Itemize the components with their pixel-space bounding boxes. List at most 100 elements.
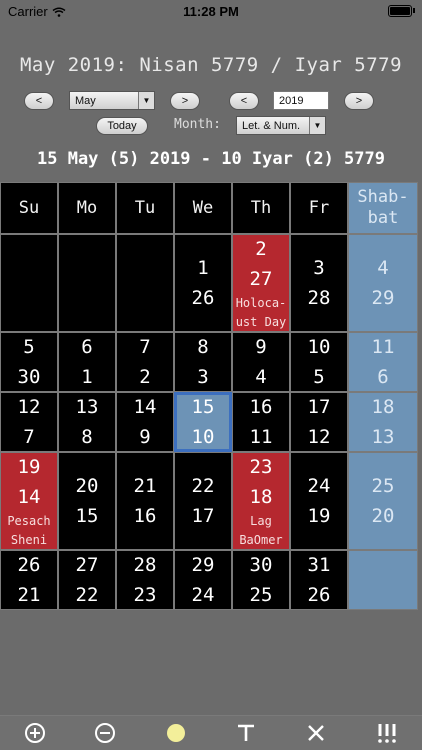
hebrew-day: 15 bbox=[75, 505, 99, 527]
day-cell[interactable]: 1 26 bbox=[174, 234, 232, 332]
hebrew-day: 14 bbox=[17, 486, 41, 508]
day-cell bbox=[0, 234, 58, 332]
close-icon[interactable] bbox=[301, 718, 331, 748]
today-button[interactable]: Today bbox=[96, 117, 148, 135]
hebrew-day: 10 bbox=[191, 426, 215, 448]
gregorian-day: 5 bbox=[23, 336, 35, 358]
weekday-header: Fr bbox=[290, 182, 348, 234]
hebrew-day: 5 bbox=[313, 366, 325, 388]
page-title: May 2019: Nisan 5779 / Iyar 5779 bbox=[19, 54, 403, 76]
bottom-toolbar bbox=[0, 715, 422, 750]
day-cell[interactable]: 30 25 bbox=[232, 550, 290, 610]
zoom-in-icon[interactable] bbox=[20, 718, 50, 748]
hebrew-day: 22 bbox=[75, 584, 99, 606]
holiday-label: Holoca- ust Day bbox=[235, 296, 287, 329]
day-cell[interactable]: 26 21 bbox=[0, 550, 58, 610]
day-cell[interactable]: 29 24 bbox=[174, 550, 232, 610]
prev-month-button[interactable]: < bbox=[24, 92, 54, 110]
year-input[interactable]: 2019 bbox=[273, 91, 329, 110]
gregorian-day: 30 bbox=[249, 554, 273, 576]
day-cell[interactable]: 94 bbox=[232, 332, 290, 392]
day-cell[interactable]: 10 5 bbox=[290, 332, 348, 392]
gregorian-day: 6 bbox=[81, 336, 93, 358]
gregorian-day: 12 bbox=[17, 396, 41, 418]
month-format-select[interactable]: Let. & Num. ▼ bbox=[236, 116, 326, 135]
day-cell[interactable]: 72 bbox=[116, 332, 174, 392]
day-cell[interactable]: 21 16 bbox=[116, 452, 174, 550]
hebrew-day: 20 bbox=[371, 505, 395, 527]
weekday-label: We bbox=[192, 197, 214, 218]
chevron-down-icon: ▼ bbox=[309, 117, 325, 134]
day-cell[interactable]: 18 13 bbox=[348, 392, 418, 452]
hebrew-day: 12 bbox=[307, 426, 331, 448]
day-cell[interactable]: 11 6 bbox=[348, 332, 418, 392]
sun-icon[interactable] bbox=[161, 718, 191, 748]
hebrew-day: 11 bbox=[249, 426, 273, 448]
status-bar: Carrier 11:28 PM bbox=[0, 0, 422, 22]
calendar-grid: Su Mo Tu We Th Fr Shab- bat 1 26 2 27 Holoca- ust D… bbox=[0, 182, 422, 610]
weekday-header: We bbox=[174, 182, 232, 234]
weekday-label: Shab- bat bbox=[357, 187, 409, 228]
zoom-out-icon[interactable] bbox=[90, 718, 120, 748]
day-cell[interactable]: 61 bbox=[58, 332, 116, 392]
weekday-header: Su bbox=[0, 182, 58, 234]
holiday-label: Pesach Sheni bbox=[7, 514, 51, 547]
weekday-label: Su bbox=[18, 197, 40, 218]
day-cell[interactable]: 12 7 bbox=[0, 392, 58, 452]
day-cell[interactable]: 2 27 Holoca- ust Day bbox=[232, 234, 290, 332]
next-year-button[interactable]: > bbox=[344, 92, 374, 110]
battery-icon bbox=[388, 5, 412, 17]
chevron-down-icon: ▼ bbox=[138, 92, 154, 109]
hebrew-day: 30 bbox=[17, 366, 41, 388]
gregorian-day: 24 bbox=[307, 475, 331, 497]
day-cell[interactable]: 4 29 bbox=[348, 234, 418, 332]
hebrew-day: 27 bbox=[249, 268, 273, 290]
hebrew-day: 28 bbox=[307, 287, 331, 309]
gregorian-day: 28 bbox=[133, 554, 157, 576]
hebrew-day: 21 bbox=[17, 584, 41, 606]
alert-icon[interactable] bbox=[372, 718, 402, 748]
day-cell[interactable]: 20 15 bbox=[58, 452, 116, 550]
text-icon[interactable] bbox=[231, 718, 261, 748]
day-cell[interactable]: 15 10 bbox=[174, 392, 232, 452]
gregorian-day: 26 bbox=[17, 554, 41, 576]
month-format-value: Let. & Num. bbox=[242, 119, 301, 132]
day-cell[interactable]: 24 19 bbox=[290, 452, 348, 550]
hebrew-day: 16 bbox=[133, 505, 157, 527]
month-format-label: Month: bbox=[174, 117, 221, 132]
next-month-button[interactable]: > bbox=[170, 92, 200, 110]
day-cell[interactable]: 22 17 bbox=[174, 452, 232, 550]
day-cell[interactable]: 31 26 bbox=[290, 550, 348, 610]
gregorian-day: 11 bbox=[371, 336, 395, 358]
day-cell[interactable]: 83 bbox=[174, 332, 232, 392]
gregorian-day: 14 bbox=[133, 396, 157, 418]
month-select[interactable]: May ▼ bbox=[69, 91, 155, 110]
day-cell[interactable]: 25 20 bbox=[348, 452, 418, 550]
status-time: 11:28 PM bbox=[183, 4, 239, 19]
day-cell bbox=[348, 550, 418, 610]
day-cell[interactable]: 3 28 bbox=[290, 234, 348, 332]
day-cell[interactable]: 23 18 Lag BaOmer bbox=[232, 452, 290, 550]
day-cell[interactable]: 5 30 bbox=[0, 332, 58, 392]
gregorian-day: 9 bbox=[255, 336, 267, 358]
hebrew-day: 17 bbox=[191, 505, 215, 527]
hebrew-day: 26 bbox=[307, 584, 331, 606]
day-cell[interactable]: 19 14 Pesach Sheni bbox=[0, 452, 58, 550]
hebrew-day: 29 bbox=[371, 287, 395, 309]
prev-year-button[interactable]: < bbox=[229, 92, 259, 110]
gregorian-day: 27 bbox=[75, 554, 99, 576]
gregorian-day: 1 bbox=[197, 257, 209, 279]
day-cell[interactable]: 14 9 bbox=[116, 392, 174, 452]
gregorian-day: 3 bbox=[313, 257, 325, 279]
day-cell[interactable]: 16 11 bbox=[232, 392, 290, 452]
hebrew-day: 3 bbox=[197, 366, 209, 388]
week-row: 26 21 27 22 28 23 29 24 30 25 31 26 bbox=[0, 550, 422, 610]
weekday-header: Shab- bat bbox=[348, 182, 418, 234]
day-cell[interactable]: 17 12 bbox=[290, 392, 348, 452]
day-cell[interactable]: 27 22 bbox=[58, 550, 116, 610]
weekday-header: Mo bbox=[58, 182, 116, 234]
day-cell[interactable]: 28 23 bbox=[116, 550, 174, 610]
weekday-header: Tu bbox=[116, 182, 174, 234]
day-cell[interactable]: 13 8 bbox=[58, 392, 116, 452]
hebrew-day: 2 bbox=[139, 366, 151, 388]
